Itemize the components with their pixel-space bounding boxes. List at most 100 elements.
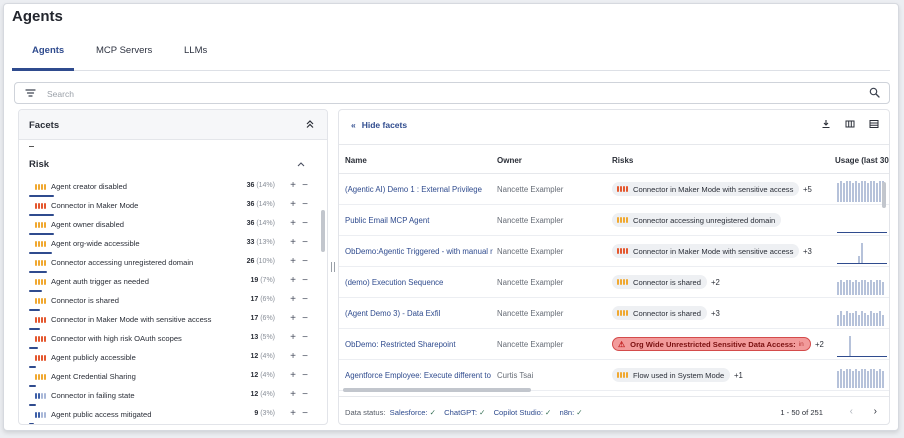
facet-label[interactable]: Agent Credential Sharing [51, 372, 136, 381]
include-facet-icon[interactable]: + [290, 237, 296, 248]
include-facet-icon[interactable]: + [290, 218, 296, 229]
tab-agents[interactable]: Agents [32, 45, 64, 56]
column-header-name[interactable]: Name [345, 156, 367, 165]
source-chatgpt[interactable]: ChatGPT: [444, 408, 477, 417]
facet-label[interactable]: Connector accessing unregistered domain [51, 258, 193, 267]
include-facet-icon[interactable]: + [290, 408, 296, 419]
include-facet-icon[interactable]: + [290, 256, 296, 267]
facet-label[interactable]: Agent public access mitigated [51, 410, 151, 419]
exclude-facet-icon[interactable]: − [302, 218, 308, 229]
column-header-owner[interactable]: Owner [497, 156, 522, 165]
table-row[interactable]: Agentforce Employee: Execute different t… [339, 360, 889, 391]
agent-name-link[interactable]: Public Email MCP Agent [345, 216, 493, 225]
columns-icon[interactable] [845, 119, 855, 129]
risk-facet-row[interactable]: Connector in Maker Mode 36 (14%) + − [29, 197, 311, 216]
risk-facet-row[interactable]: Connector is shared 17 (6%) + − [29, 292, 311, 311]
facet-label[interactable]: Connector is shared [51, 296, 119, 305]
table-row[interactable]: ObDemo: Restricted Sharepoint Nancette Ex… [339, 329, 889, 360]
table-vertical-scrollbar[interactable] [882, 182, 886, 208]
risk-badge[interactable]: Connector accessing unregistered domain [612, 213, 782, 227]
source-n8n[interactable]: n8n: [559, 408, 574, 417]
table-row[interactable]: (Agent Demo 3) - Data Exfil Nancette Exam… [339, 298, 889, 329]
agent-name-link[interactable]: ObDemo:Agentic Triggered - with manual r… [345, 247, 493, 256]
risk-badge[interactable]: ⚠ Org Wide Unrestricted Sensitive Data Ac… [612, 337, 811, 351]
previous-page-icon[interactable]: ‹ [850, 406, 853, 417]
include-facet-icon[interactable]: + [290, 332, 296, 343]
risk-facet-row[interactable]: Agent Credential Sharing 12 (4%) + − [29, 368, 311, 387]
facet-label[interactable]: Agent owner disabled [51, 220, 124, 229]
table-view-icon[interactable] [869, 119, 879, 129]
additional-risks-count[interactable]: +2 [711, 278, 720, 287]
include-facet-icon[interactable]: + [290, 275, 296, 286]
facet-label[interactable]: Agent creator disabled [51, 182, 127, 191]
additional-risks-count[interactable]: +5 [803, 185, 812, 194]
column-header-usage[interactable]: Usage (last 30 d [835, 156, 889, 165]
facet-label[interactable]: Connector with high risk OAuth scopes [51, 334, 182, 343]
exclude-facet-icon[interactable]: − [302, 313, 308, 324]
exclude-facet-icon[interactable]: − [302, 370, 308, 381]
risk-facet-row[interactable]: Agent owner disabled 36 (14%) + − [29, 216, 311, 235]
exclude-facet-icon[interactable]: − [302, 180, 308, 191]
table-row[interactable]: ObDemo:Agentic Triggered - with manual r… [339, 236, 889, 267]
risk-badge[interactable]: Connector is shared [612, 306, 707, 320]
facet-label[interactable]: Agent org-wide accessible [51, 239, 140, 248]
risk-facet-row[interactable]: Connector in failing state 12 (4%) + − [29, 387, 311, 406]
source-copilot-studio[interactable]: Copilot Studio: [494, 408, 543, 417]
agent-name-link[interactable]: Agentforce Employee: Execute different t… [345, 371, 493, 380]
exclude-facet-icon[interactable]: − [302, 351, 308, 362]
chevron-up-icon[interactable] [297, 161, 305, 167]
risk-facet-row[interactable]: Agent auth trigger as needed 19 (7%) + − [29, 273, 311, 292]
risk-badge[interactable]: Connector in Maker Mode with sensitive a… [612, 244, 800, 258]
panel-resize-handle[interactable] [331, 262, 335, 272]
download-icon[interactable] [821, 119, 831, 129]
facet-label[interactable]: Connector in Maker Mode [51, 201, 138, 210]
exclude-facet-icon[interactable]: − [302, 294, 308, 305]
source-salesforce[interactable]: Salesforce: [390, 408, 428, 417]
risk-facet-row[interactable]: Agent publicly accessible 12 (4%) + − [29, 349, 311, 368]
risk-facet-row[interactable]: Connector with high risk OAuth scopes 13 … [29, 330, 311, 349]
facets-scrollbar[interactable] [321, 210, 325, 252]
search-icon[interactable] [869, 87, 880, 98]
table-row[interactable]: (demo) Execution Sequence Nancette Exampl… [339, 267, 889, 298]
additional-risks-count[interactable]: +3 [711, 309, 720, 318]
risk-facet-row[interactable]: Connector accessing unregistered domain 2… [29, 254, 311, 273]
risk-badge[interactable]: Connector in Maker Mode with sensitive a… [612, 182, 800, 196]
filter-icon[interactable] [25, 88, 36, 98]
tab-mcp-servers[interactable]: MCP Servers [96, 45, 152, 56]
table-horizontal-scrollbar[interactable] [343, 388, 531, 392]
agent-name-link[interactable]: ObDemo: Restricted Sharepoint [345, 340, 493, 349]
risk-facet-row[interactable]: Connector in Maker Mode with sensitive a… [29, 311, 311, 330]
risk-badge[interactable]: Flow used in System Mode [612, 368, 731, 382]
risk-facet-row[interactable]: Agent public access mitigated 9 (3%) + − [29, 406, 311, 424]
exclude-facet-icon[interactable]: − [302, 199, 308, 210]
facet-label[interactable]: Connector in Maker Mode with sensitive a… [51, 315, 211, 324]
tab-llms[interactable]: LLMs [184, 45, 207, 56]
next-page-icon[interactable]: › [874, 406, 877, 417]
include-facet-icon[interactable]: + [290, 370, 296, 381]
exclude-facet-icon[interactable]: − [302, 275, 308, 286]
table-row[interactable]: (Agentic AI) Demo 1 : External Privilege… [339, 174, 889, 205]
search-input[interactable] [47, 86, 827, 101]
exclude-facet-icon[interactable]: − [302, 237, 308, 248]
collapse-all-icon[interactable] [305, 119, 315, 129]
exclude-facet-icon[interactable]: − [302, 256, 308, 267]
table-row[interactable]: Public Email MCP Agent Nancette Exampler C… [339, 205, 889, 236]
additional-risks-count[interactable]: +3 [803, 247, 812, 256]
include-facet-icon[interactable]: + [290, 180, 296, 191]
additional-risks-count[interactable]: +2 [815, 340, 824, 349]
agent-name-link[interactable]: (demo) Execution Sequence [345, 278, 493, 287]
agent-name-link[interactable]: (Agent Demo 3) - Data Exfil [345, 309, 493, 318]
facet-label[interactable]: Agent auth trigger as needed [51, 277, 149, 286]
include-facet-icon[interactable]: + [290, 199, 296, 210]
risk-facet-row[interactable]: Agent org-wide accessible 33 (13%) + − [29, 235, 311, 254]
include-facet-icon[interactable]: + [290, 313, 296, 324]
include-facet-icon[interactable]: + [290, 351, 296, 362]
facet-label[interactable]: Agent publicly accessible [51, 353, 136, 362]
facet-label[interactable]: Connector in failing state [51, 391, 135, 400]
exclude-facet-icon[interactable]: − [302, 332, 308, 343]
risk-badge[interactable]: Connector is shared [612, 275, 707, 289]
agent-name-link[interactable]: (Agentic AI) Demo 1 : External Privilege [345, 185, 493, 194]
risk-facet-row[interactable]: Agent creator disabled 36 (14%) + − [29, 178, 311, 197]
additional-risks-count[interactable]: +1 [734, 371, 743, 380]
include-facet-icon[interactable]: + [290, 294, 296, 305]
